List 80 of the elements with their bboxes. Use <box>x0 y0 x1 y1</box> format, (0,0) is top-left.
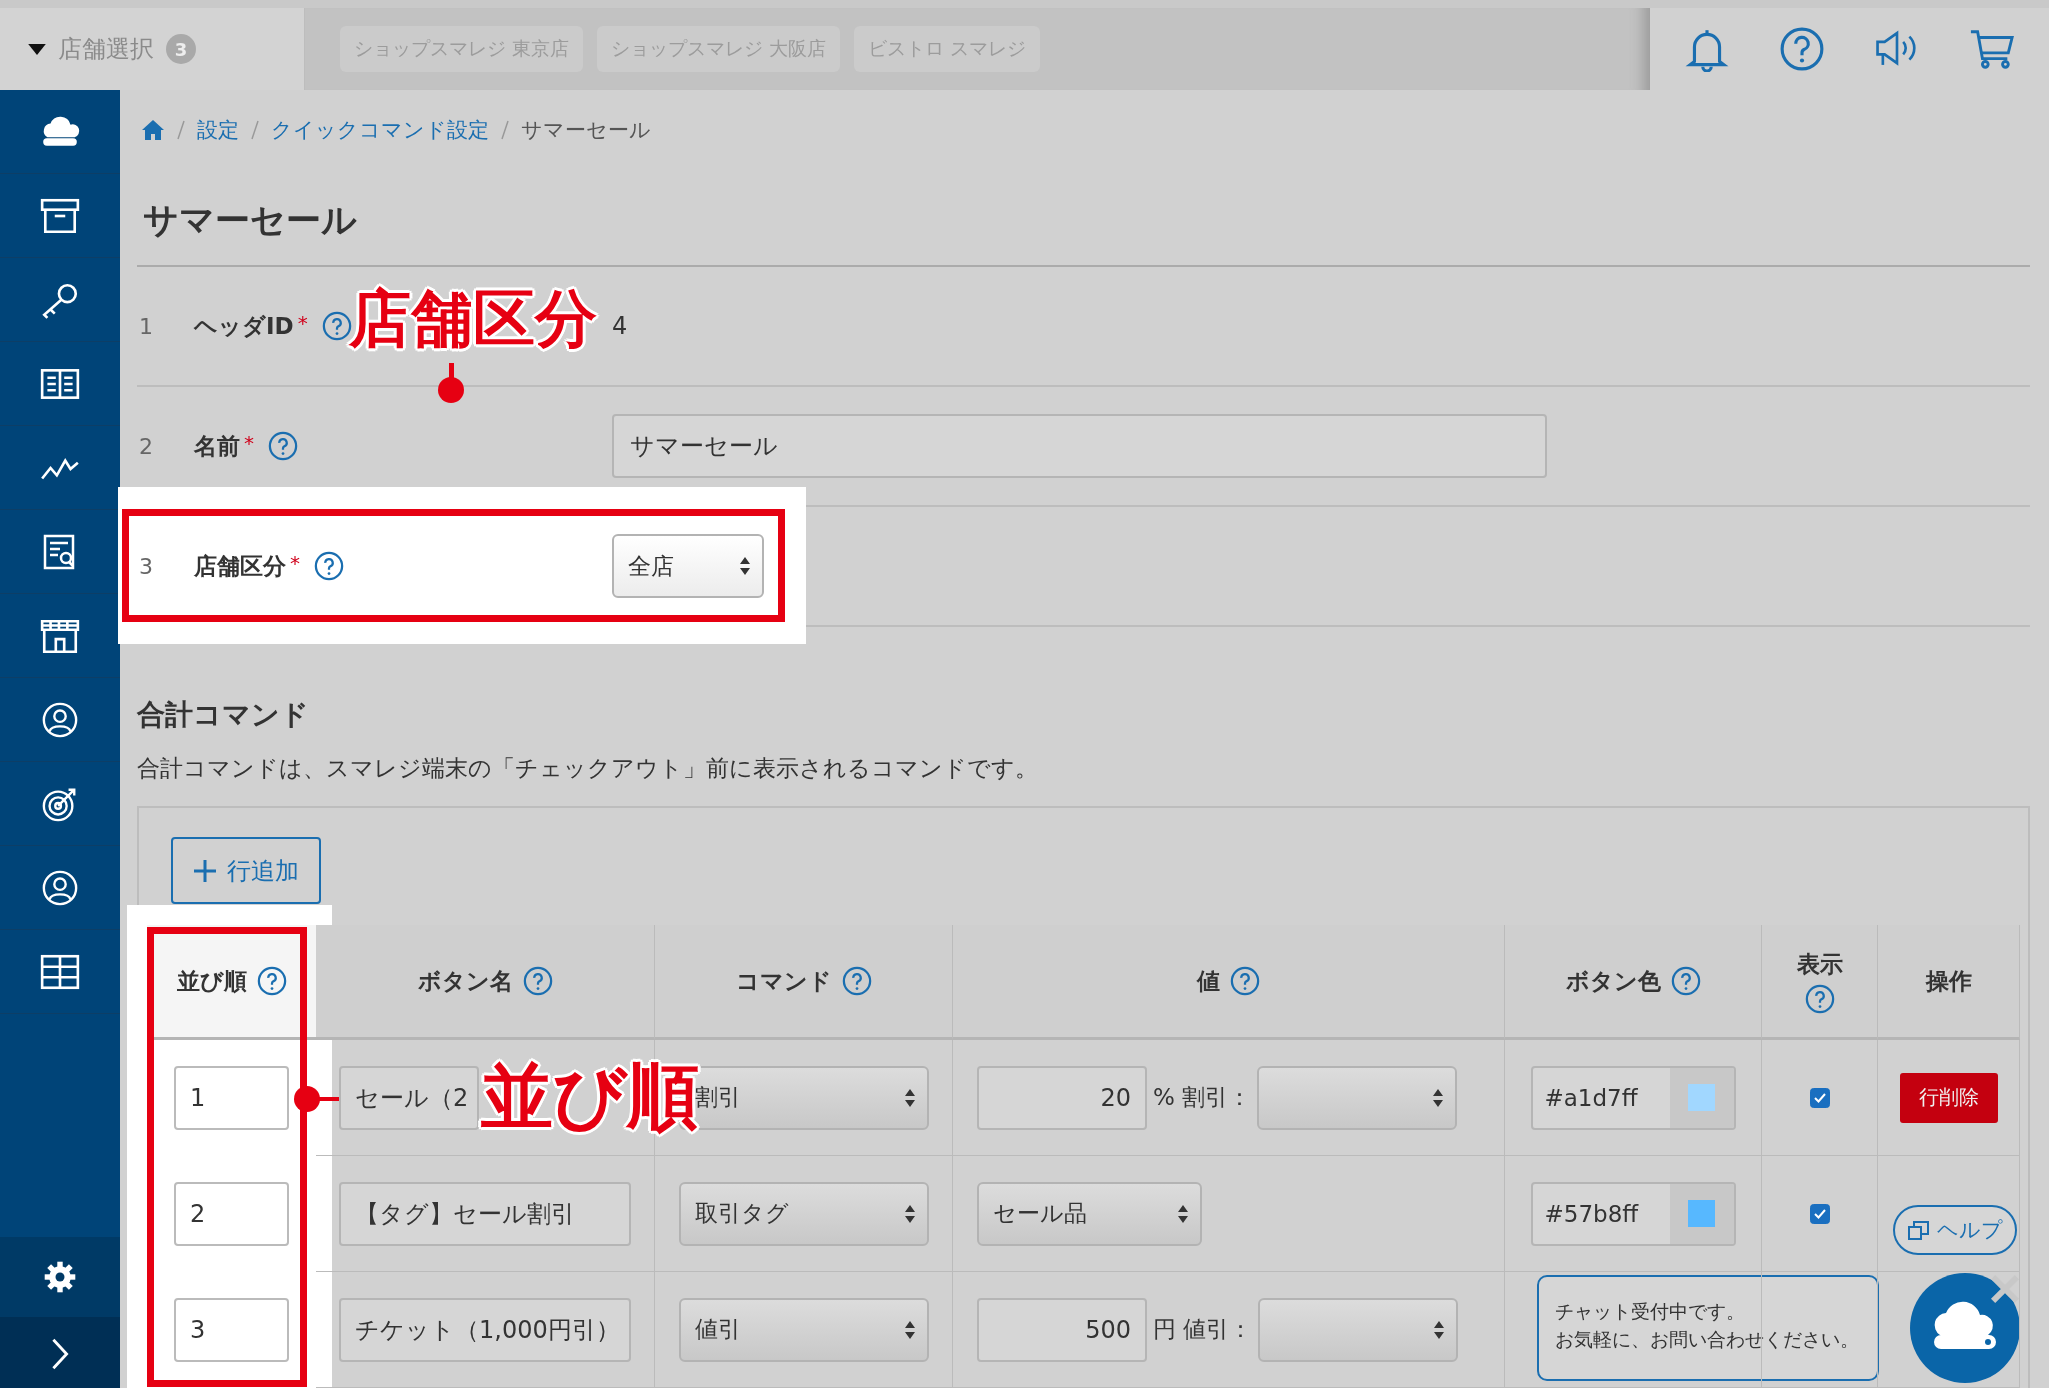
separator-icon <box>251 120 259 140</box>
breadcrumb-link[interactable]: 設定 <box>197 116 239 144</box>
field-number: 3 <box>138 553 154 579</box>
order-field[interactable]: 1 <box>174 1066 289 1130</box>
help-icon[interactable] <box>314 551 344 581</box>
section-description: 合計コマンドは、スマレジ端末の「チェックアウト」前に表示されるコマンドです。 <box>137 754 1039 783</box>
field-value: 4 <box>612 312 628 340</box>
column-header: ボタン名 <box>417 966 513 996</box>
plus-icon <box>193 858 217 883</box>
button-name-field[interactable]: チケット（1,000円引） <box>339 1297 631 1362</box>
annotation-label: 店舗区分 <box>349 281 597 357</box>
help-icon[interactable] <box>1230 966 1260 996</box>
help-icon[interactable] <box>841 966 872 996</box>
settings-icon[interactable] <box>42 1259 78 1295</box>
breadcrumb-link[interactable]: クイックコマンド設定 <box>271 116 489 144</box>
name-field[interactable]: サマーセール <box>612 414 1547 478</box>
column-header: 並び順 <box>176 966 247 996</box>
close-icon[interactable] <box>1988 1272 2022 1306</box>
sort-arrows-icon <box>904 1320 915 1339</box>
add-row-button[interactable]: 行追加 <box>171 837 321 904</box>
help-icon[interactable] <box>522 966 553 996</box>
amount-field[interactable]: 20 <box>977 1065 1147 1130</box>
amount-unit: 円 値引： <box>1153 1315 1253 1344</box>
required-mark: * <box>297 310 308 335</box>
field-number: 1 <box>138 313 154 339</box>
help-icon[interactable] <box>1779 26 1826 72</box>
help-icon[interactable] <box>256 966 287 996</box>
delete-row-button[interactable]: 行削除 <box>1899 1072 1998 1123</box>
windows-icon <box>1907 1219 1931 1241</box>
home-icon[interactable] <box>141 119 165 141</box>
page-title: サマーセール <box>143 199 358 242</box>
field-label: 店舗区分 <box>194 551 286 581</box>
tag-select[interactable]: セール品 <box>977 1181 1202 1246</box>
help-icon[interactable] <box>1670 966 1701 996</box>
sort-arrows-icon <box>740 557 750 575</box>
sort-arrows-icon <box>1178 1204 1188 1223</box>
sort-arrows-icon <box>904 1088 915 1107</box>
section-title: 合計コマンド <box>137 697 310 733</box>
store-type-select[interactable]: 全店 <box>612 534 764 598</box>
required-mark: * <box>290 550 300 575</box>
caret-icon <box>28 43 46 55</box>
breadcrumb-current: サマーセール <box>521 117 651 144</box>
chevron-right-icon[interactable] <box>50 1336 70 1371</box>
column-header: 表示 <box>1796 949 1843 979</box>
count-badge: 3 <box>166 34 196 64</box>
column-header: 操作 <box>1925 966 1972 996</box>
help-icon[interactable] <box>1804 983 1835 1014</box>
sort-arrows-icon <box>1434 1320 1445 1339</box>
command-select[interactable]: 値引 <box>678 1297 929 1362</box>
field-label: ヘッダID <box>194 311 294 341</box>
help-button[interactable]: ヘルプ <box>1893 1205 2017 1255</box>
amount-field[interactable]: 500 <box>977 1297 1147 1362</box>
store-selector-label: 店舗選択 <box>58 34 154 65</box>
chat-cloud-icon[interactable] <box>1910 1273 2020 1383</box>
button-name-field[interactable]: 【タグ】セール割引 <box>339 1181 631 1246</box>
column-header: ボタン色 <box>1565 966 1661 996</box>
separator-icon <box>501 120 509 140</box>
separator-icon <box>177 120 185 140</box>
field-number: 2 <box>138 433 154 459</box>
amount-unit: % 割引： <box>1153 1083 1252 1112</box>
grid-icon[interactable] <box>39 952 81 991</box>
order-field[interactable]: 3 <box>174 1298 289 1362</box>
command-select[interactable]: 取引タグ <box>678 1181 929 1246</box>
archive-box-icon[interactable] <box>39 196 81 235</box>
field-label: 名前 <box>194 431 240 461</box>
checkbox[interactable] <box>1809 1087 1830 1108</box>
leader-dot <box>438 377 464 403</box>
chat-message-line: チャット受付中です。 <box>1555 1299 1745 1324</box>
order-field[interactable]: 2 <box>174 1182 289 1246</box>
color-field[interactable]: #a1d7ff <box>1530 1065 1736 1130</box>
column-header: 値 <box>1197 966 1220 996</box>
sort-arrows-icon <box>904 1204 915 1223</box>
chat-message-line: お気軽に、お問い合わせください。 <box>1555 1327 1859 1352</box>
checkbox[interactable] <box>1809 1203 1830 1224</box>
required-mark: * <box>244 430 254 455</box>
sort-arrows-icon <box>1433 1088 1444 1107</box>
help-icon[interactable] <box>268 431 298 461</box>
color-field[interactable]: #57b8ff <box>1530 1181 1736 1246</box>
button-name-field[interactable]: セール（2 <box>339 1065 479 1130</box>
column-header: コマンド <box>735 966 832 996</box>
